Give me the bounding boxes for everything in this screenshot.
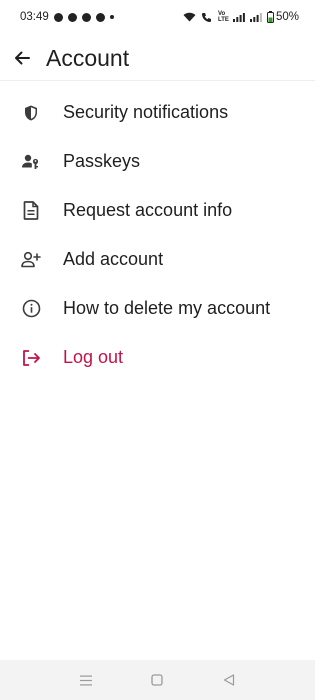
menu-icon <box>79 675 92 685</box>
facebook-notification-icon <box>67 12 77 22</box>
menu-item-label: Security notifications <box>63 102 229 122</box>
home-button[interactable] <box>145 668 169 692</box>
messenger-notification-icon <box>81 12 91 22</box>
signal-strength-icon <box>249 12 262 22</box>
battery-icon <box>266 11 274 23</box>
header-divider <box>0 80 315 81</box>
menu-item-label: Passkeys <box>63 151 141 171</box>
arrow-left-icon <box>15 51 30 65</box>
person-add-icon <box>21 250 41 270</box>
facebook-notification-icon <box>95 12 105 22</box>
system-nav-bar <box>0 660 315 700</box>
menu-item-log-out[interactable]: Log out <box>0 333 315 382</box>
more-notifications-icon <box>109 15 114 19</box>
recent-apps-button[interactable] <box>74 668 98 692</box>
person-key-icon <box>21 152 41 172</box>
app-bar: Account <box>0 36 315 80</box>
menu-item-request-account-info[interactable]: Request account info <box>0 186 315 235</box>
volte-label: Vo LTE <box>217 11 229 23</box>
page-title: Account <box>46 44 130 71</box>
status-bar-right: Vo LTE 50% <box>183 11 299 23</box>
shield-icon <box>21 103 41 123</box>
wifi-call-icon <box>201 12 211 22</box>
back-button[interactable] <box>2 38 42 78</box>
menu-item-label: Add account <box>63 249 164 269</box>
home-icon <box>151 674 164 686</box>
document-icon <box>21 201 41 221</box>
menu-item-add-account[interactable]: Add account <box>0 235 315 284</box>
menu-item-label: How to delete my account <box>63 298 271 318</box>
status-bar-left: 03:49 <box>20 11 114 23</box>
info-icon <box>21 299 41 319</box>
status-time: 03:49 <box>20 11 49 23</box>
logout-icon <box>21 348 41 368</box>
menu-item-security-notifications[interactable]: Security notifications <box>0 88 315 137</box>
menu-item-label: Request account info <box>63 200 233 220</box>
wifi-icon <box>183 12 196 22</box>
status-bar: 03:49 Vo LTE 50% <box>0 0 315 34</box>
account-menu: Security notifications Passkeys Request <box>0 88 315 382</box>
battery-percentage: 50% <box>275 11 299 23</box>
menu-item-label: Log out <box>63 347 124 367</box>
menu-item-passkeys[interactable]: Passkeys <box>0 137 315 186</box>
battery-indicator: 50% <box>266 11 299 23</box>
menu-item-how-to-delete-account[interactable]: How to delete my account <box>0 284 315 333</box>
signal-strength-icon <box>232 12 245 22</box>
back-nav-button[interactable] <box>217 668 241 692</box>
back-triangle-icon <box>224 674 235 686</box>
facebook-notification-icon <box>53 12 63 22</box>
